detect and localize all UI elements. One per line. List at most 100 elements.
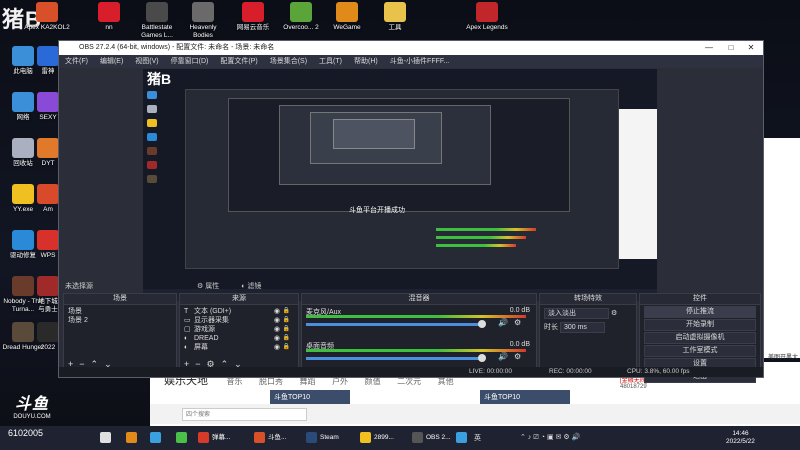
desktop-icon[interactable]: 2022 xyxy=(36,322,60,352)
transitions-header: 转场特效 xyxy=(540,294,636,305)
studio-mode-button[interactable]: 工作室模式 xyxy=(644,345,756,357)
no-source-selected: 未选择源 xyxy=(65,283,93,290)
menu-item[interactable]: 帮助(H) xyxy=(348,55,384,68)
taskbar-app[interactable]: 斗鱼... xyxy=(254,430,286,446)
gear-icon[interactable]: ⚙ xyxy=(611,310,617,317)
desktop-icon[interactable]: Apex Legends xyxy=(464,2,510,32)
desktop-icon[interactable]: nn xyxy=(86,2,132,32)
screen: 猪B Apex KA2KOL2 nn Battlestate Games L... H… xyxy=(0,0,800,450)
start-recording-button[interactable]: 开始录制 xyxy=(644,319,756,331)
scene-item[interactable]: 场景 2 xyxy=(68,316,172,325)
duration-input[interactable]: 300 ms xyxy=(559,322,605,333)
menu-item[interactable]: 场景集合(S) xyxy=(264,55,313,68)
lock-icon[interactable]: 🔒 xyxy=(283,325,290,334)
taskbar-app[interactable]: Steam xyxy=(306,430,339,446)
taskbar-app[interactable]: OBS 2... xyxy=(412,430,451,446)
obs-preview[interactable]: 猪B 斗鱼平台开播成功 xyxy=(143,69,657,301)
gear-icon[interactable]: ⚙ xyxy=(514,352,521,361)
preview-obs-window xyxy=(185,89,619,269)
filters-button[interactable]: ◐ 滤镜 xyxy=(241,281,271,291)
app-icon xyxy=(37,322,59,342)
taskbar-app[interactable] xyxy=(100,430,114,446)
volume-slider[interactable] xyxy=(306,323,482,326)
category-item[interactable]: 户外 xyxy=(332,377,348,386)
menu-item[interactable]: 斗鱼-小插件FFFF... xyxy=(384,55,456,68)
transition-select[interactable]: 淡入淡出 xyxy=(544,308,609,319)
desktop-icon-label: WeGame xyxy=(333,24,361,31)
source-toolbar: ⚙ 属性 ◐ 滤镜 xyxy=(197,281,281,291)
obs-title-text: OBS 27.2.4 (64-bit, windows) - 配置文件: 未命名… xyxy=(79,44,275,51)
stop-streaming-button[interactable]: 停止推流 xyxy=(644,306,756,318)
desktop-icon[interactable]: Apex KA2KOL2 xyxy=(24,2,70,32)
desktop-icon[interactable]: 地下城与勇士 xyxy=(36,276,60,314)
volume-slider-handle[interactable] xyxy=(478,354,486,362)
category-item[interactable]: 脱口秀 xyxy=(259,377,283,386)
eye-icon[interactable]: ◉ xyxy=(274,343,280,352)
speaker-icon[interactable]: 🔊 xyxy=(498,352,508,361)
volume-slider-handle[interactable] xyxy=(478,320,486,328)
category-item[interactable]: 舞蹈 xyxy=(300,377,316,386)
source-item[interactable]: ▭ 显示器采集 ◉ 🔒 xyxy=(184,316,294,325)
category-item[interactable]: 二次元 xyxy=(397,377,421,386)
desktop-icon[interactable]: WPS xyxy=(36,230,60,260)
ime-indicator[interactable]: 英 xyxy=(474,433,481,443)
desktop-icon[interactable]: DYT xyxy=(36,138,60,168)
app-icon xyxy=(37,184,59,204)
category-item[interactable]: 音乐 xyxy=(227,377,243,386)
desktop-icon[interactable]: 工具 xyxy=(372,2,418,32)
desktop-icon[interactable]: Heavenly Bodies xyxy=(180,2,226,40)
speaker-icon[interactable]: 🔊 xyxy=(498,318,508,327)
danmu-input[interactable]: 四个搜索 xyxy=(182,408,307,421)
category-item[interactable]: 颜值 xyxy=(365,377,381,386)
scene-item[interactable]: 场景 xyxy=(68,307,172,316)
menu-item[interactable]: 配置文件(P) xyxy=(214,55,263,68)
system-clock[interactable]: 14:46 2022/5/22 xyxy=(726,430,755,446)
close-button[interactable]: ✕ xyxy=(741,41,761,55)
taskbar-app[interactable] xyxy=(126,430,140,446)
desktop-icon[interactable]: 网易云音乐 xyxy=(230,2,276,32)
desktop-icon[interactable]: Overcoo... 2 xyxy=(278,2,324,32)
lock-icon[interactable]: 🔒 xyxy=(283,307,290,316)
taskbar-app[interactable]: 弹幕... xyxy=(198,430,230,446)
properties-button[interactable]: ⚙ 属性 xyxy=(197,281,229,291)
eye-icon[interactable]: ◉ xyxy=(274,325,280,334)
menu-item[interactable]: 工具(T) xyxy=(313,55,348,68)
preview-stream-success: 斗鱼平台开播成功 xyxy=(349,207,405,214)
taskbar-app[interactable]: 2899... xyxy=(360,430,394,446)
lock-icon[interactable]: 🔒 xyxy=(283,334,290,343)
menu-item[interactable]: 文件(F) xyxy=(59,55,94,68)
desktop-icon[interactable]: SEXY xyxy=(36,92,60,122)
category-item[interactable]: 其他 xyxy=(438,377,454,386)
desktop-icon[interactable]: Battlestate Games L... xyxy=(134,2,180,40)
taskbar-app[interactable] xyxy=(176,430,190,446)
minimize-button[interactable]: — xyxy=(699,41,719,55)
eye-icon[interactable]: ◉ xyxy=(274,307,280,316)
taskbar-app[interactable] xyxy=(456,430,470,446)
eye-icon[interactable]: ◉ xyxy=(274,316,280,325)
app-icon xyxy=(37,92,59,112)
obs-titlebar[interactable]: OBS 27.2.4 (64-bit, windows) - 配置文件: 未命名… xyxy=(59,41,763,55)
source-item[interactable]: T 文本 (GDI+) ◉ 🔒 xyxy=(184,307,294,316)
source-item[interactable]: ◐ 屏幕 ◉ 🔒 xyxy=(184,343,294,352)
lock-icon[interactable]: 🔒 xyxy=(283,316,290,325)
eye-icon[interactable]: ◉ xyxy=(274,334,280,343)
maximize-button[interactable]: □ xyxy=(721,41,741,55)
desktop-icon[interactable]: WeGame xyxy=(324,2,370,32)
scenes-dock: 场景 场景 场景 2 + − ⌃ ⌄ xyxy=(63,293,177,373)
desktop-icon[interactable]: Am xyxy=(36,184,60,214)
menu-item[interactable]: 视图(V) xyxy=(129,55,164,68)
taskbar: 弹幕... 斗鱼... Steam 2899... OBS 2... 英 ⌃ ♪ ⎚ ◔… xyxy=(0,426,800,450)
gear-icon[interactable]: ⚙ xyxy=(514,318,521,327)
volume-slider[interactable] xyxy=(306,357,482,360)
tray-icons[interactable]: ⌃ ♪ ⎚ ◔ ▣ ✉ ⚙ 🔊 xyxy=(520,433,580,442)
taskbar-app[interactable] xyxy=(150,430,164,446)
menu-item[interactable]: 停靠窗口(D) xyxy=(165,55,215,68)
source-item[interactable]: ▢ 游戏源 ◉ 🔒 xyxy=(184,325,294,334)
taskbar-app-label: 弹幕... xyxy=(212,434,231,441)
menu-item[interactable]: 编辑(E) xyxy=(94,55,129,68)
lock-icon[interactable]: 🔒 xyxy=(283,343,290,352)
virtual-camera-button[interactable]: 启动虚拟摄像机 xyxy=(644,332,756,344)
desktop-icon[interactable]: 雷神 xyxy=(36,46,60,76)
source-item[interactable]: ◐ DREAD ◉ 🔒 xyxy=(184,334,294,343)
source-type-icon: ◐ xyxy=(184,335,189,342)
